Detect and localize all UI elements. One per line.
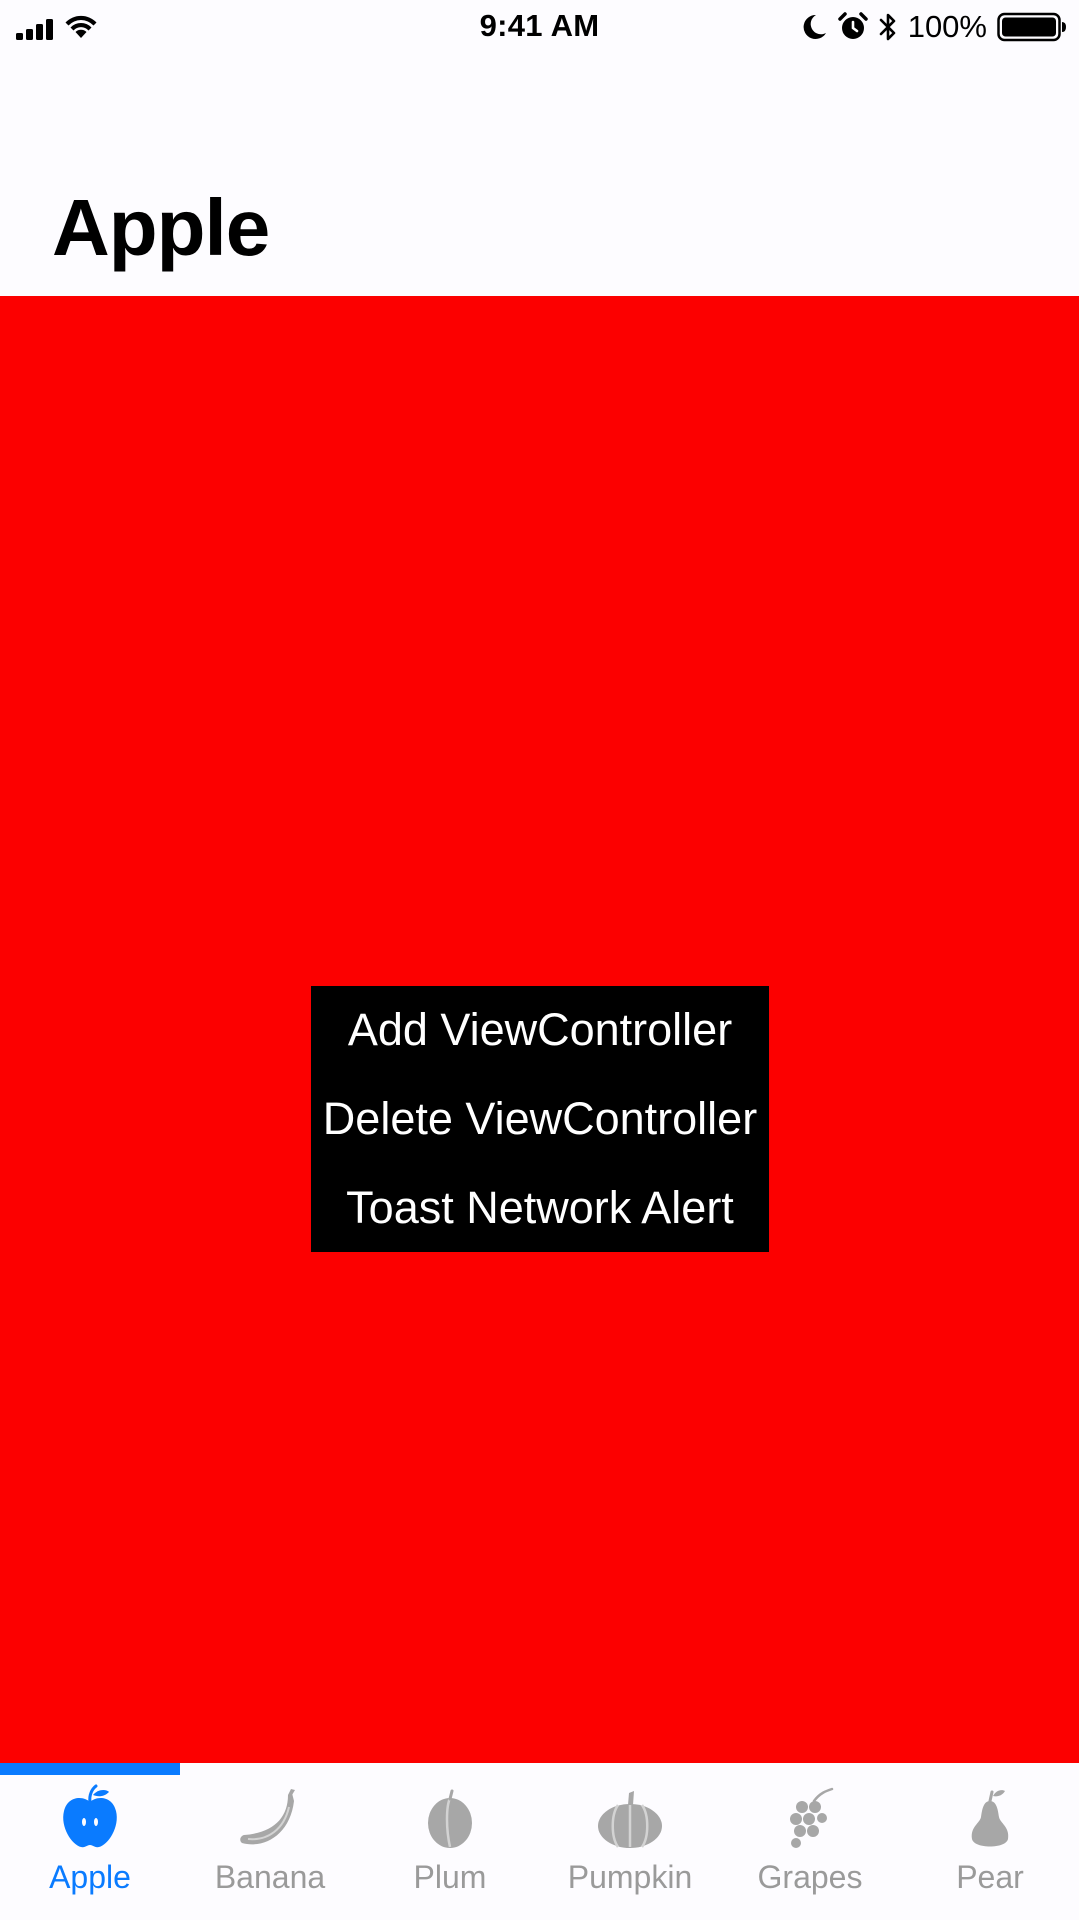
add-viewcontroller-button[interactable]: Add ViewController xyxy=(311,990,769,1070)
plum-icon xyxy=(428,1789,472,1848)
toast-network-alert-button[interactable]: Toast Network Alert xyxy=(311,1168,769,1248)
tab-pumpkin[interactable]: Pumpkin xyxy=(540,1775,720,1920)
bluetooth-icon xyxy=(879,13,896,41)
tab-apple[interactable]: Apple xyxy=(0,1775,180,1920)
tab-label: Plum xyxy=(413,1859,487,1895)
tab-label: Pumpkin xyxy=(567,1859,693,1895)
status-right: 100% xyxy=(802,8,1067,46)
banana-icon xyxy=(240,1789,295,1845)
tab-label: Pear xyxy=(956,1859,1024,1895)
tab-bar: Apple Banana Plum Pumpkin Grapes Pear xyxy=(0,1775,1079,1920)
status-bar: 9:41 AM 100% xyxy=(0,0,1079,55)
tab-plum[interactable]: Plum xyxy=(360,1775,540,1920)
tab-label: Banana xyxy=(214,1859,326,1895)
tab-grapes[interactable]: Grapes xyxy=(720,1775,900,1920)
pumpkin-icon xyxy=(598,1791,662,1848)
page-title: Apple xyxy=(52,183,270,272)
alarm-icon xyxy=(837,12,868,39)
battery-percent: 100% xyxy=(907,9,987,44)
moon-icon xyxy=(803,14,826,39)
battery-icon xyxy=(997,12,1066,42)
app-screen: 9:41 AM 100% Apple Add ViewController De… xyxy=(0,0,1079,1920)
apple-icon xyxy=(63,1784,117,1848)
tab-selection-indicator xyxy=(0,1763,180,1775)
grapes-icon xyxy=(790,1787,834,1848)
delete-viewcontroller-button[interactable]: Delete ViewController xyxy=(311,1079,769,1159)
action-panel: Add ViewController Delete ViewController… xyxy=(311,986,769,1252)
tab-label: Apple xyxy=(49,1859,131,1895)
tab-pear[interactable]: Pear xyxy=(900,1775,1079,1920)
pear-icon xyxy=(971,1790,1009,1847)
tab-banana[interactable]: Banana xyxy=(180,1775,360,1920)
tab-label: Grapes xyxy=(757,1859,863,1895)
